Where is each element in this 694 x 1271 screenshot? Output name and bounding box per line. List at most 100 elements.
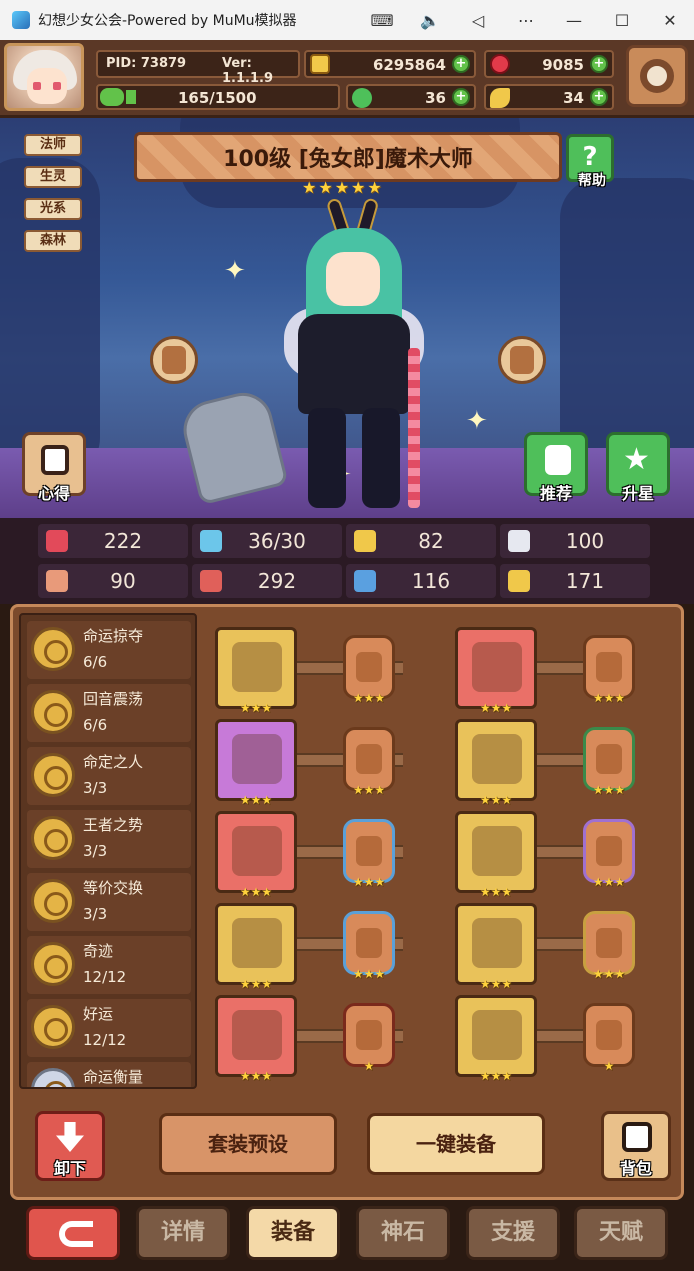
set-medal-icon xyxy=(31,627,75,671)
sparkle-icon: ✦ xyxy=(466,406,488,436)
axe-icon xyxy=(232,642,282,692)
rune-slot[interactable]: ★ ★ ★ xyxy=(343,911,395,980)
set-bonus-item[interactable]: 等价交换 3/3 xyxy=(27,873,191,931)
equipment-slot[interactable]: ★ ★ ★ xyxy=(455,811,537,898)
rune-stars: ★ ★ ★ xyxy=(592,967,626,981)
minimize-icon[interactable]: — xyxy=(550,0,598,40)
character-title: 100级 [兔女郎]魔术大师 xyxy=(223,147,473,172)
set-bonus-item[interactable]: 命运掠夺 6/6 xyxy=(27,621,191,679)
close-icon[interactable]: ✕ xyxy=(646,0,694,40)
set-name: 命运衡量 xyxy=(83,1068,144,1086)
gem-panel: 9085 + xyxy=(484,50,614,78)
app-icon xyxy=(12,11,30,29)
set-bonus-item[interactable]: 命定之人 3/3 xyxy=(27,747,191,805)
add-gold-button[interactable]: + xyxy=(452,55,470,73)
set-bonus-item[interactable]: 王者之势 3/3 xyxy=(27,810,191,868)
tab-equipment[interactable]: 装备 xyxy=(246,1206,340,1260)
stat-value: 82 xyxy=(418,529,444,553)
item-stars: ★ ★ ★ xyxy=(479,1069,513,1083)
equipment-slot[interactable]: ★ ★ ★ xyxy=(455,627,537,714)
tab-support[interactable]: 支援 xyxy=(466,1206,560,1260)
item-stars: ★ ★ ★ xyxy=(239,977,273,991)
rune-icon xyxy=(356,744,382,774)
equipment-slot[interactable]: ★ ★ ★ xyxy=(215,627,297,714)
clover-icon xyxy=(352,88,372,108)
tab-details[interactable]: 详情 xyxy=(136,1206,230,1260)
add-clover-button[interactable]: + xyxy=(452,88,470,106)
set-name: 命运掠夺 xyxy=(83,627,144,645)
feather-icon xyxy=(490,88,510,108)
prev-character-button[interactable] xyxy=(150,336,198,384)
next-character-button[interactable] xyxy=(498,336,546,384)
set-bonus-list[interactable]: 命运掠夺 6/6 回音震荡 6/6 命定之人 3/3 王者之势 3/3 等价交换 3/3 奇迹 12/… xyxy=(19,613,197,1089)
character-sprite[interactable] xyxy=(268,197,438,518)
rune-icon xyxy=(356,1020,382,1050)
stat-item: 292 xyxy=(192,564,342,598)
star-up-label: 升星 xyxy=(621,484,654,503)
rune-slot[interactable]: ★ xyxy=(583,1003,635,1072)
equipment-slot[interactable]: ★ ★ ★ xyxy=(455,719,537,806)
add-feather-button[interactable]: + xyxy=(590,88,608,106)
more-icon[interactable]: ⋯ xyxy=(502,0,550,40)
character-stars: ★ ★ ★ ★ ★ xyxy=(302,180,382,196)
set-bonus-item[interactable]: 回音震荡 6/6 xyxy=(27,684,191,742)
set-progress: 3/3 xyxy=(83,905,108,923)
window-titlebar: 幻想少女公会-Powered by MuMu模拟器 ⌨ 🔈 ◁ ⋯ — ☐ ✕ xyxy=(0,0,694,40)
rune-slot[interactable]: ★ ★ ★ xyxy=(583,911,635,980)
set-name: 王者之势 xyxy=(83,816,144,834)
set-bonus-item[interactable]: 奇迹 12/12 xyxy=(27,936,191,994)
maximize-icon[interactable]: ☐ xyxy=(598,0,646,40)
tag-race: 生灵 xyxy=(24,166,82,188)
rune-stars: ★ ★ ★ xyxy=(352,875,386,889)
return-arrow-icon xyxy=(59,1221,93,1247)
star-icon: ★ xyxy=(623,442,650,477)
rune-slot[interactable]: ★ ★ ★ xyxy=(583,819,635,888)
bone-wand-icon xyxy=(472,826,522,876)
item-stars: ★ ★ ★ xyxy=(479,793,513,807)
rune-slot[interactable]: ★ ★ ★ xyxy=(583,727,635,796)
rank-star-icon: ★ xyxy=(351,178,366,197)
equip-all-button[interactable]: 一键装备 xyxy=(367,1113,545,1175)
equipment-slot[interactable]: ★ ★ ★ xyxy=(455,903,537,990)
equipment-slot[interactable]: ★ ★ ★ xyxy=(215,903,297,990)
equipment-slot[interactable]: ★ ★ ★ xyxy=(215,995,297,1082)
volume-icon[interactable]: 🔈 xyxy=(406,0,454,40)
tab-talent[interactable]: 天赋 xyxy=(574,1206,668,1260)
stamina-fill xyxy=(126,90,136,104)
preset-button[interactable]: 套装预设 xyxy=(159,1113,337,1175)
rune-stars: ★ ★ ★ xyxy=(592,691,626,705)
set-medal-icon xyxy=(31,1068,75,1087)
gold-value: 6295864 xyxy=(372,56,446,74)
sparkle-icon: ✦ xyxy=(224,256,246,286)
water-drop-icon xyxy=(200,530,222,552)
return-button[interactable] xyxy=(26,1206,120,1260)
add-gem-button[interactable]: + xyxy=(590,55,608,73)
rune-slot[interactable]: ★ ★ ★ xyxy=(583,635,635,704)
stat-item: 82 xyxy=(346,524,496,558)
gold-panel: 6295864 + xyxy=(304,50,476,78)
rune-slot[interactable]: ★ ★ ★ xyxy=(343,635,395,704)
set-bonus-item[interactable]: 好运 12/12 xyxy=(27,999,191,1057)
tab-god-stone[interactable]: 神石 xyxy=(356,1206,450,1260)
unload-label: 卸下 xyxy=(53,1159,86,1178)
version-text: Ver: 1.1.1.9 xyxy=(222,56,273,86)
equipment-slot[interactable]: ★ ★ ★ xyxy=(455,995,537,1082)
rune-slot[interactable]: ★ ★ ★ xyxy=(343,819,395,888)
equipment-slot[interactable]: ★ ★ ★ xyxy=(215,719,297,806)
set-name: 命定之人 xyxy=(83,753,144,771)
treasure-pot-icon xyxy=(232,1010,282,1060)
rune-icon xyxy=(596,928,622,958)
player-avatar[interactable] xyxy=(4,43,84,111)
set-name: 奇迹 xyxy=(83,942,114,960)
rune-slot[interactable]: ★ xyxy=(343,1003,395,1072)
keyboard-icon[interactable]: ⌨ xyxy=(358,0,406,40)
equipment-slot[interactable]: ★ ★ ★ xyxy=(215,811,297,898)
stat-value: 292 xyxy=(257,569,297,593)
item-stars: ★ ★ ★ xyxy=(479,701,513,715)
rune-slot[interactable]: ★ ★ ★ xyxy=(343,727,395,796)
back-icon[interactable]: ◁ xyxy=(454,0,502,40)
set-bonus-item[interactable]: 命运衡量 xyxy=(27,1062,191,1087)
fur-collar-icon xyxy=(472,918,522,968)
stat-value: 222 xyxy=(103,529,143,553)
settings-button[interactable] xyxy=(626,45,688,107)
